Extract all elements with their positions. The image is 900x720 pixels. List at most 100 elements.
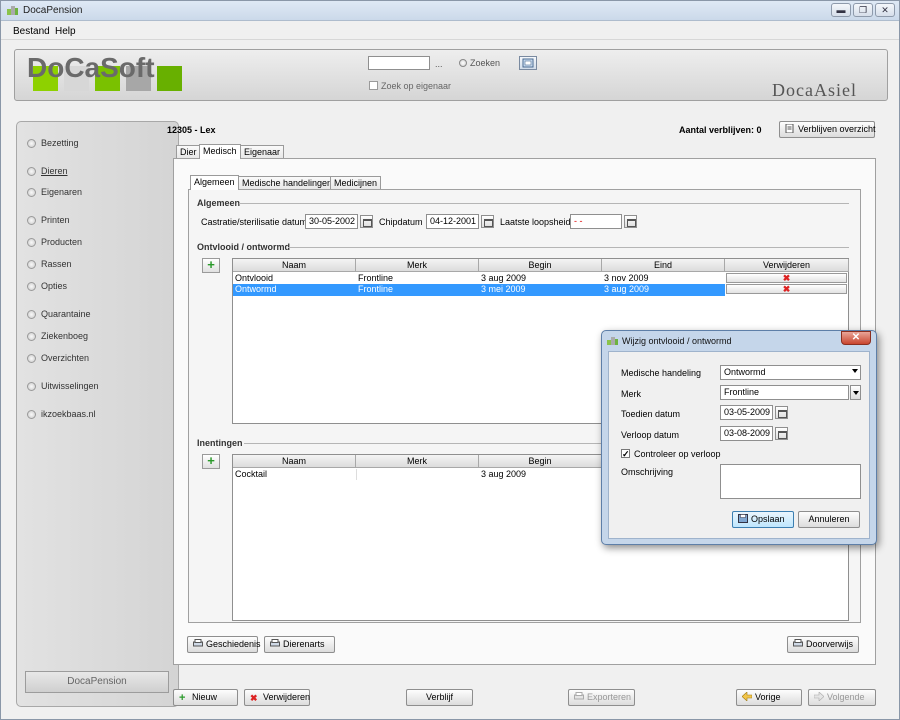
table-cell[interactable]: 3 aug 2009 [479,469,602,480]
column-header[interactable]: Merk [356,259,479,272]
cancel-button[interactable]: Annuleren [798,511,860,528]
section-inentingen: Inentingen [197,438,243,448]
delete-icon: ✖ [250,693,258,703]
controleer-checkbox[interactable]: ✓ [621,449,630,459]
column-header[interactable]: Eind [602,259,725,272]
keyboard-button[interactable] [519,56,537,70]
radio-icon [27,238,36,247]
sidebar-item-ikzoekbaas[interactable]: ikzoekbaas.nl [27,409,96,419]
menu-help[interactable]: Help [55,26,76,37]
column-header[interactable]: Begin [479,455,602,468]
tab-medicijnen[interactable]: Medicijnen [330,176,382,190]
search-button[interactable]: Zoeken [459,58,500,68]
table-cell[interactable]: 3 aug 2009 [602,284,725,295]
medische-handeling-select[interactable]: Ontwormd [720,365,861,380]
sidebar-item-printen[interactable]: Printen [27,215,70,225]
table-cell[interactable]: Ontwormd [233,284,356,295]
delete-row-button[interactable]: ✖ [726,284,847,294]
column-header[interactable]: Verwijderen [725,259,849,272]
column-header[interactable]: Naam [233,455,356,468]
previous-button[interactable]: Vorige [736,689,802,706]
chevron-down-icon [852,369,858,373]
export-button[interactable]: Exporteren [568,689,635,706]
castratie-date-field[interactable]: 30-05-2002 [305,214,358,229]
tab-medische-handelingen[interactable]: Medische handelingen [238,176,337,190]
next-button[interactable]: Volgende [808,689,876,706]
table-cell[interactable]: 3 aug 2009 [479,273,602,284]
table-cell[interactable]: Frontline [356,273,479,284]
referral-button[interactable]: Doorverwijs [787,636,859,653]
table-cell[interactable]: Cocktail [233,469,356,480]
toedien-date-field[interactable]: 03-05-2009 [720,405,773,420]
sidebar-item-overzichten[interactable]: Overzichten [27,353,89,363]
delete-button[interactable]: ✖ Verwijderen [244,689,310,706]
verloop-date-field[interactable]: 03-08-2009 [720,426,773,441]
toedien-label: Toedien datum [621,409,681,419]
vet-button[interactable]: Dierenarts [264,636,335,653]
calendar-icon[interactable] [360,215,373,228]
radio-icon [27,139,36,148]
sidebar-item-bezetting[interactable]: Bezetting [27,138,79,148]
chip-date-field[interactable]: 04-12-2001 [426,214,479,229]
sidebar-item-quarantaine[interactable]: Quarantaine [27,309,91,319]
controleer-label: Controleer op verloop [634,449,721,459]
column-header[interactable]: Begin [479,259,602,272]
referral-label: Doorverwijs [806,639,854,649]
column-header[interactable]: Naam [233,259,356,272]
stays-overview-button[interactable]: Verblijven overzicht [779,121,876,138]
tab-dier[interactable]: Dier [176,145,201,159]
search-dots[interactable]: ... [435,59,443,69]
owner-search-checkbox[interactable]: Zoek op eigenaar [369,81,451,91]
calendar-icon[interactable] [481,215,494,228]
tab-algemeen[interactable]: Algemeen [190,175,239,190]
table-cell[interactable]: Frontline [356,284,479,295]
table-cell[interactable]: Ontvlooid [233,273,356,284]
logo: DoCaSoft [27,52,155,83]
calendar-icon[interactable] [624,215,637,228]
table-cell[interactable]: 3 mei 2009 [479,284,602,295]
sidebar-item-uitwisselingen[interactable]: Uitwisselingen [27,381,99,391]
merk-dropdown-button[interactable] [850,385,861,400]
sidebar-footer-button[interactable]: DocaPension [25,671,169,693]
history-button[interactable]: Geschiedenis [187,636,261,653]
verloop-label: Verloop datum [621,430,680,440]
sidebar-item-eigenaren[interactable]: Eigenaren [27,187,82,197]
dialog-close-button[interactable]: ✕ [841,331,871,345]
arrow-left-icon [742,692,752,701]
search-input[interactable] [368,56,430,70]
delete-row-button[interactable]: ✖ [726,273,847,283]
radio-icon [27,410,36,419]
close-button[interactable]: ✕ [875,3,895,17]
calendar-icon[interactable] [775,427,788,440]
plus-icon: + [207,257,215,272]
chip-label: Chipdatum [379,217,423,227]
sidebar-item-dieren[interactable]: Dieren [27,166,68,176]
stay-button[interactable]: Verblijf [406,689,473,706]
export-label: Exporteren [587,692,632,702]
merk-field[interactable]: Frontline [720,385,849,400]
maximize-button[interactable]: ❐ [853,3,873,17]
omschrijving-textarea[interactable] [720,464,861,499]
add-treatment-button[interactable]: + [202,258,220,273]
tab-eigenaar[interactable]: Eigenaar [240,145,285,159]
table-cell[interactable]: 3 nov 2009 [602,273,725,284]
sidebar-item-opties[interactable]: Opties [27,281,67,291]
add-vaccination-button[interactable]: + [202,454,220,469]
new-button[interactable]: + Nieuw [173,689,238,706]
minimize-button[interactable]: ▬ [831,3,851,17]
stays-count: Aantal verblijven: 0 [679,125,762,135]
calendar-icon[interactable] [775,406,788,419]
column-header[interactable]: Merk [356,455,479,468]
sidebar-item-ziekenboeg[interactable]: Ziekenboeg [27,331,88,341]
menu-bestand[interactable]: Bestand [13,26,50,37]
table-cell[interactable] [356,469,479,480]
sidebar-item-producten[interactable]: Producten [27,237,82,247]
plus-icon: + [179,692,186,704]
save-button[interactable]: Opslaan [732,511,794,528]
printer-icon [193,639,203,647]
loopsheid-date-field[interactable]: - - [570,214,622,229]
next-label: Volgende [827,692,865,702]
tab-medisch[interactable]: Medisch [199,144,241,159]
header-panel: DoCaSoft ... Zoeken Zoek op eigenaar Doc… [14,49,888,101]
sidebar-item-rassen[interactable]: Rassen [27,259,72,269]
